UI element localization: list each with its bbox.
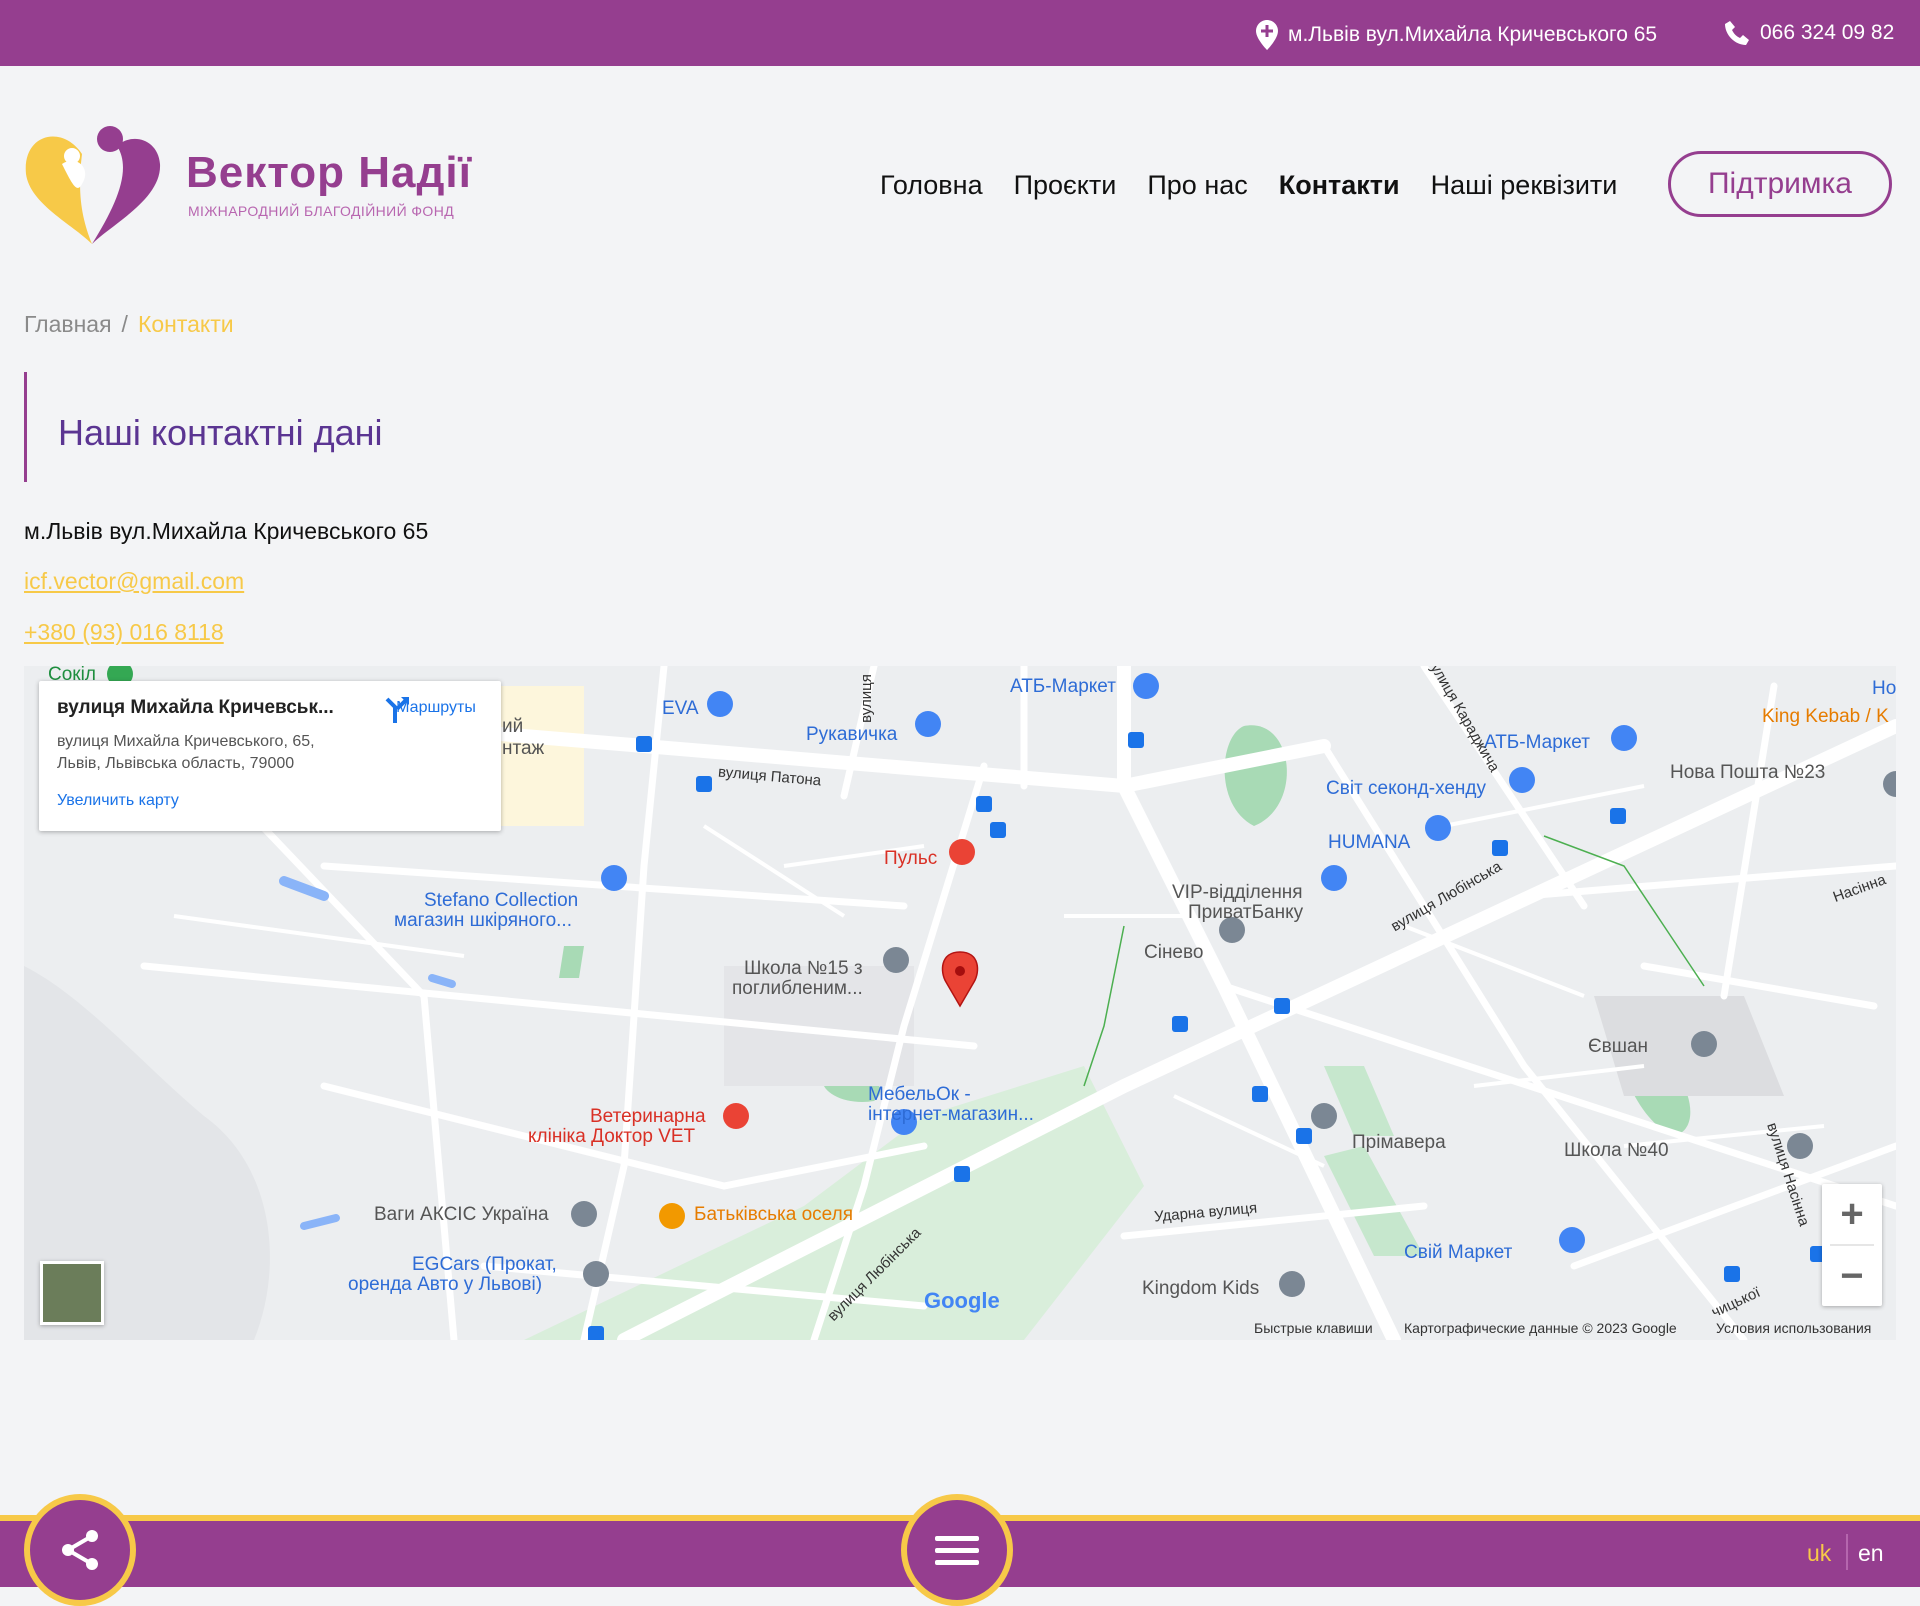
map-label-puls[interactable]: Пульс	[884, 848, 937, 869]
map-info-card: вулиця Михайла Кричевськ... вулиця Михай…	[39, 681, 501, 831]
top-address[interactable]: м.Львів вул.Михайла Кричевського 65	[1256, 20, 1657, 50]
map-label-svii-market[interactable]: Свій Маркет	[1404, 1242, 1512, 1263]
hamburger-icon	[935, 1536, 979, 1565]
map-label-montazh-1: ий	[502, 716, 524, 737]
language-en[interactable]: en	[1858, 1540, 1884, 1567]
nav-item-contacts[interactable]: Контакти	[1279, 170, 1400, 201]
map-label-nova-poshta[interactable]: Нова Пошта №23	[1670, 762, 1825, 783]
map-label-mebel-1[interactable]: МебельОк -	[868, 1084, 971, 1105]
map-label-sinevo[interactable]: Сінево	[1144, 942, 1203, 963]
brand-subtitle: Міжнародний благодійний фонд	[188, 203, 455, 219]
map-label-atb-2[interactable]: АТБ-Маркет	[1484, 732, 1590, 753]
map-label-yevshan[interactable]: Євшан	[1588, 1036, 1648, 1057]
directions-icon	[385, 697, 409, 723]
top-address-text: м.Львів вул.Михайла Кричевського 65	[1288, 23, 1658, 46]
google-map[interactable]: Сокіл ий нтаж EVA Рукавичка АТБ-Маркет А…	[24, 666, 1896, 1340]
map-label-rukavychka[interactable]: Рукавичка	[806, 724, 897, 745]
nav-item-requisites[interactable]: Наші реквізити	[1431, 170, 1618, 201]
map-label-humana[interactable]: HUMANA	[1328, 832, 1410, 853]
breadcrumb-home[interactable]: Главная	[24, 311, 112, 337]
heading-accent-bar	[24, 372, 27, 482]
page-title: Наші контактні дані	[58, 412, 383, 453]
contact-email-link[interactable]: icf.vector@gmail.com	[24, 568, 244, 595]
map-label-batkivska[interactable]: Батьківська оселя	[694, 1204, 853, 1225]
map-directions-button[interactable]: Маршруты	[381, 695, 491, 723]
map-shortcuts-link[interactable]: Быстрые клавиши	[1254, 1320, 1373, 1336]
map-label-egcars-1[interactable]: EGCars (Прокат,	[412, 1254, 557, 1275]
map-enlarge-link[interactable]: Увеличить карту	[57, 792, 179, 810]
map-label-mebel-2[interactable]: інтернет-магазин...	[868, 1104, 1034, 1125]
map-label-egcars-2[interactable]: оренда Авто у Львові)	[348, 1274, 542, 1295]
breadcrumb: Главная / Контакти	[24, 311, 234, 338]
language-uk[interactable]: uk	[1807, 1540, 1831, 1567]
map-card-address-line1: вулиця Михайла Кричевського, 65,	[57, 733, 315, 750]
map-label-vagy[interactable]: Ваги АКСІС Україна	[374, 1204, 549, 1225]
contact-address: м.Львів вул.Михайла Кричевського 65	[24, 518, 429, 544]
nav-item-projects[interactable]: Проєкти	[1014, 170, 1117, 201]
share-icon	[62, 1530, 98, 1570]
menu-button[interactable]	[901, 1494, 1013, 1606]
map-label-eva[interactable]: EVA	[662, 698, 699, 719]
map-pin-icon	[1256, 20, 1278, 50]
breadcrumb-separator: /	[121, 311, 128, 337]
map-label-svit-second[interactable]: Світ секонд-хенду	[1326, 778, 1486, 799]
phone-icon	[1725, 21, 1749, 45]
map-label-vet-2[interactable]: клініка Доктор VET	[528, 1126, 695, 1147]
map-label-king-kebab[interactable]: King Kebab / K	[1762, 706, 1889, 727]
map-label-school15-1[interactable]: Школа №15 з	[744, 958, 863, 979]
nav-item-home[interactable]: Головна	[880, 170, 983, 201]
satellite-toggle[interactable]	[40, 1261, 104, 1325]
logo-icon[interactable]	[22, 124, 162, 248]
map-card-address-line2: Львів, Львівська область, 79000	[57, 755, 295, 772]
main-nav: Головна Проєкти Про нас Контакти Наші ре…	[880, 170, 1617, 201]
map-label-ho[interactable]: Но	[1872, 678, 1896, 699]
map-label-stefano-2[interactable]: магазин шкіряного...	[394, 910, 572, 931]
map-label-kingdom-kids[interactable]: Kingdom Kids	[1142, 1278, 1259, 1299]
breadcrumb-current: Контакти	[137, 311, 234, 337]
map-terms-link[interactable]: Условия использования	[1716, 1320, 1871, 1336]
share-button[interactable]	[24, 1494, 136, 1606]
map-label-school15-2[interactable]: поглибленим...	[732, 978, 863, 999]
top-phone[interactable]: 066 324 09 82	[1724, 20, 1894, 46]
zoom-out-button[interactable]: −	[1822, 1246, 1882, 1306]
map-zoom-control: + −	[1822, 1184, 1882, 1306]
top-phone-text: 066 324 09 82	[1760, 21, 1895, 44]
map-label-school40[interactable]: Школа №40	[1564, 1140, 1669, 1161]
language-divider	[1846, 1534, 1848, 1570]
support-button[interactable]: Підтримка	[1668, 151, 1892, 217]
map-label-vip-1[interactable]: VIP-відділення	[1172, 882, 1303, 903]
map-label-vip-2[interactable]: ПриватБанку	[1188, 902, 1303, 923]
map-card-address: вулиця Михайла Кричевського, 65, Львів, …	[57, 731, 367, 775]
contact-phone-link[interactable]: +380 (93) 016 8118	[24, 619, 224, 646]
map-label-stefano-1[interactable]: Stefano Collection	[424, 890, 578, 911]
top-bar: м.Львів вул.Михайла Кричевського 65 066 …	[0, 0, 1920, 66]
zoom-in-button[interactable]: +	[1822, 1184, 1882, 1244]
map-card-title: вулиця Михайла Кричевськ...	[57, 697, 334, 718]
nav-item-about[interactable]: Про нас	[1147, 170, 1247, 201]
map-label-montazh-2: нтаж	[502, 738, 545, 759]
map-label-vet-1[interactable]: Ветеринарна	[590, 1106, 706, 1127]
google-logo-text: Google	[924, 1288, 1000, 1313]
google-logo: Google	[924, 1288, 1000, 1314]
map-data-attribution: Картографические данные © 2023 Google	[1404, 1320, 1677, 1336]
map-label-atb-1[interactable]: АТБ-Маркет	[1010, 676, 1116, 697]
brand-name: Вектор Надії	[186, 148, 472, 197]
map-label-primavera[interactable]: Прімавера	[1352, 1132, 1446, 1153]
map-street-vulytsia: вулиця	[857, 674, 875, 723]
